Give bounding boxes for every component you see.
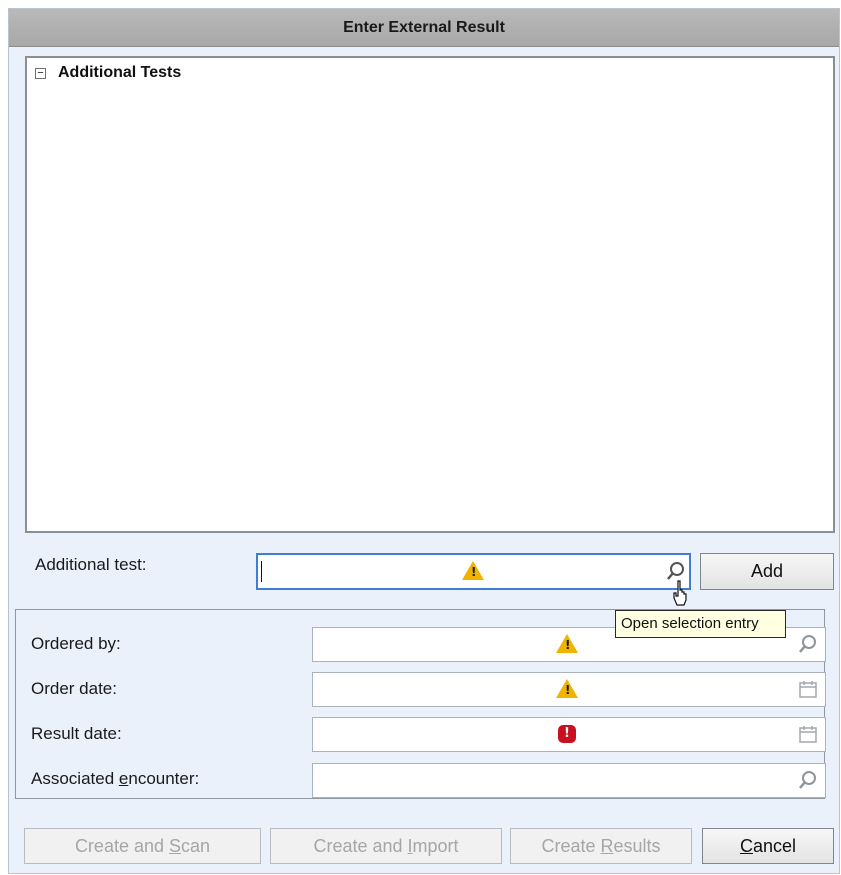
additional-tests-tree[interactable]: − Additional Tests xyxy=(25,56,835,533)
order-date-input[interactable]: ! xyxy=(312,672,826,707)
create-results-button[interactable]: Create Results xyxy=(510,828,692,864)
associated-encounter-input[interactable] xyxy=(312,763,826,798)
create-and-scan-button[interactable]: Create and Scan xyxy=(24,828,261,864)
dialog-title: Enter External Result xyxy=(9,9,839,47)
calendar-icon[interactable] xyxy=(799,680,817,698)
collapse-icon[interactable]: − xyxy=(35,67,46,79)
additional-test-input[interactable]: ! xyxy=(256,553,691,590)
warning-icon: ! xyxy=(462,561,484,580)
result-date-input[interactable]: ! xyxy=(312,717,826,752)
additional-test-label: Additional test: xyxy=(35,555,147,574)
tree-node-label: Additional Tests xyxy=(58,64,182,81)
order-date-label: Order date: xyxy=(31,679,117,698)
hand-cursor xyxy=(673,580,687,606)
search-icon[interactable] xyxy=(798,634,818,654)
tooltip-open-selection-entry: Open selection entry xyxy=(615,610,786,638)
warning-icon: ! xyxy=(556,679,578,698)
add-button[interactable]: Add xyxy=(700,553,834,590)
result-date-label: Result date: xyxy=(31,724,122,743)
ordered-by-label: Ordered by: xyxy=(31,634,121,653)
warning-icon: ! xyxy=(556,634,578,653)
cancel-button[interactable]: Cancel xyxy=(702,828,834,864)
associated-encounter-label: Associated encounter: xyxy=(31,769,200,788)
search-icon[interactable] xyxy=(798,770,818,790)
tree-node-additional-tests[interactable]: − Additional Tests xyxy=(35,64,181,82)
create-and-import-button[interactable]: Create and Import xyxy=(270,828,502,864)
calendar-icon[interactable] xyxy=(799,725,817,743)
search-icon[interactable] xyxy=(666,561,686,581)
text-cursor xyxy=(261,561,262,582)
error-icon: ! xyxy=(558,725,576,743)
